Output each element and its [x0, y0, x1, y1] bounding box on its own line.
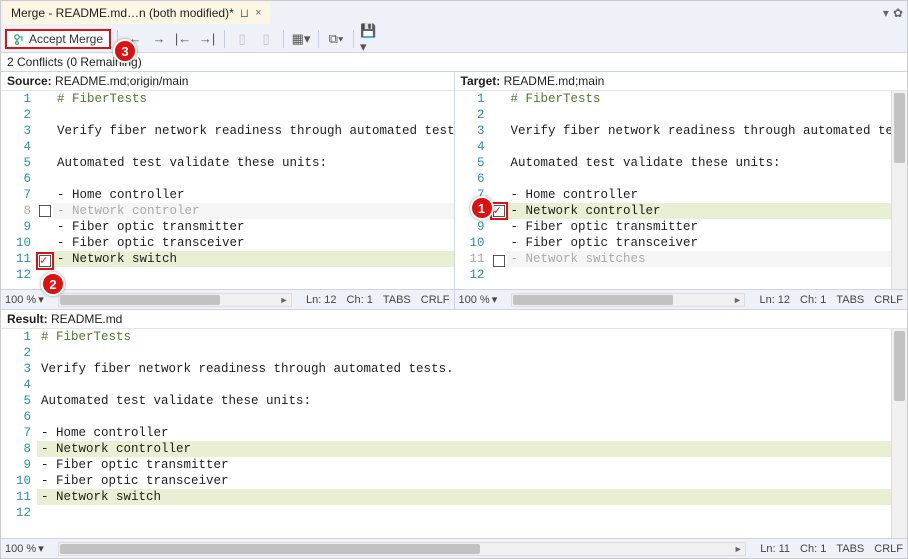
dropdown-icon[interactable]: ▾	[883, 6, 889, 20]
next-conflict-icon[interactable]: →	[148, 28, 170, 50]
code-line: Automated test validate these units:	[37, 393, 891, 409]
code-line: - Fiber optic transmitter	[53, 219, 454, 235]
code-line: Automated test validate these units:	[507, 155, 892, 171]
code-line	[507, 267, 892, 283]
code-line: - Home controller	[37, 425, 891, 441]
code-line: - Network controler	[53, 203, 454, 219]
code-line: - Network switch	[37, 489, 891, 505]
code-line	[507, 171, 892, 187]
first-conflict-icon[interactable]: |←	[172, 28, 194, 50]
compare-icon[interactable]: ⧉▾	[325, 28, 347, 50]
target-editor[interactable]: 123456789101112# FiberTestsVerify fiber …	[455, 91, 908, 289]
target-label: Target:	[461, 74, 501, 88]
code-line: - Fiber optic transmitter	[37, 457, 891, 473]
code-line	[53, 107, 454, 123]
source-editor[interactable]: 123456789101112# FiberTestsVerify fiber …	[1, 91, 454, 289]
code-line: - Fiber optic transmitter	[507, 219, 892, 235]
h-scrollbar[interactable]: ◄►	[511, 293, 745, 307]
code-line: Automated test validate these units:	[53, 155, 454, 171]
code-line: # FiberTests	[37, 329, 891, 345]
code-line: - Home controller	[507, 187, 892, 203]
callout-2: 2	[41, 272, 65, 296]
conflicts-summary: 2 Conflicts (0 Remaining)	[1, 53, 907, 71]
conflict-checkbox[interactable]	[493, 205, 505, 217]
target-path: README.md;main	[504, 74, 605, 88]
code-line: - Network switches	[507, 251, 892, 267]
code-line: # FiberTests	[53, 91, 454, 107]
conflict-checkbox[interactable]	[39, 205, 51, 217]
left-pane-icon[interactable]: ▯	[231, 28, 253, 50]
result-statusbar: 100 % ▾ ◄► Ln: 11 Ch: 1 TABS CRLF	[1, 538, 907, 558]
tab-bar: Merge - README.md…n (both modified)* ⊔ ×…	[1, 1, 907, 25]
v-scrollbar[interactable]	[891, 329, 907, 538]
last-conflict-icon[interactable]: →|	[196, 28, 218, 50]
save-icon[interactable]: 💾▾	[360, 28, 382, 50]
code-line: - Network controller	[507, 203, 892, 219]
code-line	[507, 139, 892, 155]
source-pane: Source: README.md;origin/main 1234567891…	[1, 72, 455, 309]
h-scrollbar[interactable]: ◄►	[58, 542, 747, 556]
status-ln: Ln: 12	[759, 294, 790, 306]
code-line: - Network controller	[37, 441, 891, 457]
code-line: - Fiber optic transceiver	[53, 235, 454, 251]
code-line	[37, 409, 891, 425]
right-pane-icon[interactable]: ▯	[255, 28, 277, 50]
zoom-control[interactable]: 100 % ▾	[5, 542, 44, 555]
callout-3: 3	[113, 39, 137, 63]
status-ch: Ch: 1	[800, 294, 826, 306]
zoom-control[interactable]: 100 % ▾	[5, 293, 44, 306]
status-ch: Ch: 1	[347, 294, 373, 306]
gear-icon[interactable]: ✿	[893, 6, 903, 20]
accept-merge-button[interactable]: Accept Merge	[5, 29, 111, 49]
status-ch: Ch: 1	[800, 543, 826, 555]
result-path: README.md	[51, 312, 122, 326]
code-line	[53, 139, 454, 155]
status-crlf[interactable]: CRLF	[421, 294, 450, 306]
code-line: - Network switch	[53, 251, 454, 267]
status-ln: Ln: 12	[306, 294, 337, 306]
zoom-control[interactable]: 100 % ▾	[459, 293, 498, 306]
status-tabs[interactable]: TABS	[836, 294, 864, 306]
code-line: - Fiber optic transceiver	[507, 235, 892, 251]
status-ln: Ln: 11	[760, 543, 790, 555]
v-scrollbar[interactable]	[891, 91, 907, 289]
merge-toolbar: Accept Merge ← → |← →| ▯ ▯ ▦▾ ⧉▾ 💾▾ 3	[1, 25, 907, 53]
source-path: README.md;origin/main	[55, 74, 188, 88]
result-pane: Result: README.md 123456789101112# Fiber…	[1, 309, 907, 558]
close-icon[interactable]: ×	[255, 7, 261, 19]
conflict-checkbox[interactable]	[493, 255, 505, 267]
accept-merge-label: Accept Merge	[29, 32, 103, 46]
code-line: # FiberTests	[507, 91, 892, 107]
code-line	[37, 505, 891, 521]
status-tabs[interactable]: TABS	[836, 543, 864, 555]
tab-title: Merge - README.md…n (both modified)*	[11, 6, 234, 20]
code-line: Verify fiber network readiness through a…	[37, 361, 891, 377]
h-scrollbar[interactable]: ◄►	[58, 293, 292, 307]
source-label: Source:	[7, 74, 52, 88]
layout-icon[interactable]: ▦▾	[290, 28, 312, 50]
code-line: Verify fiber network readiness through a…	[507, 123, 892, 139]
code-line	[53, 267, 454, 283]
target-statusbar: 100 % ▾ ◄► Ln: 12 Ch: 1 TABS CRLF	[455, 289, 908, 309]
code-line	[37, 377, 891, 393]
code-line	[507, 107, 892, 123]
conflict-checkbox[interactable]	[39, 255, 51, 267]
callout-1: 1	[470, 196, 494, 220]
result-label: Result:	[7, 312, 48, 326]
result-editor[interactable]: 123456789101112# FiberTestsVerify fiber …	[1, 329, 907, 538]
source-statusbar: 100 % ▾ ◄► Ln: 12 Ch: 1 TABS CRLF	[1, 289, 454, 309]
status-crlf[interactable]: CRLF	[874, 294, 903, 306]
pin-icon[interactable]: ⊔	[240, 6, 249, 20]
code-line	[37, 345, 891, 361]
code-line: Verify fiber network readiness through a…	[53, 123, 454, 139]
code-line: - Fiber optic transceiver	[37, 473, 891, 489]
code-line: - Home controller	[53, 187, 454, 203]
document-tab[interactable]: Merge - README.md…n (both modified)* ⊔ ×	[3, 2, 270, 24]
target-pane: Target: README.md;main 123456789101112# …	[455, 72, 908, 309]
status-tabs[interactable]: TABS	[383, 294, 411, 306]
code-line	[53, 171, 454, 187]
status-crlf[interactable]: CRLF	[874, 543, 903, 555]
